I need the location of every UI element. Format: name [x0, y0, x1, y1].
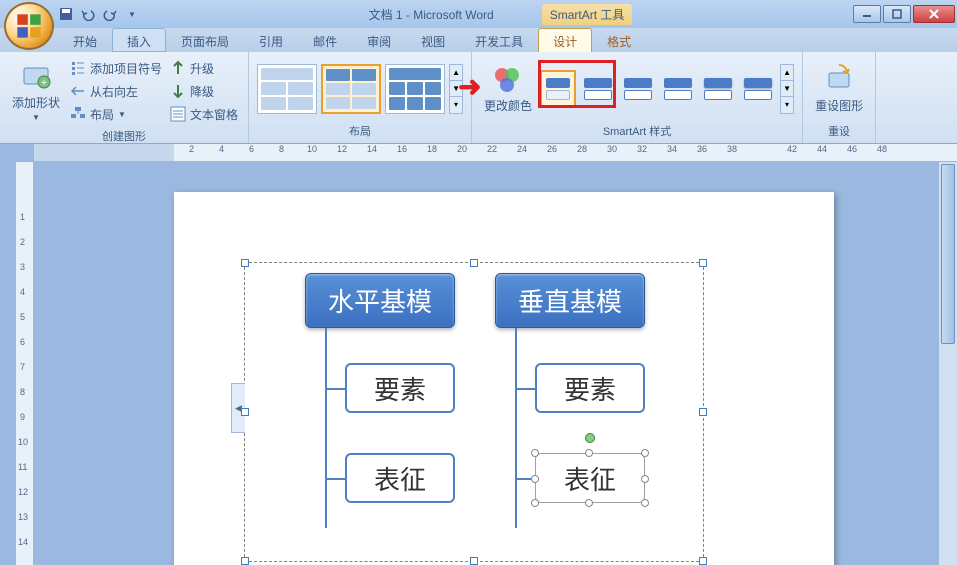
- tab-home[interactable]: 开始: [58, 28, 112, 52]
- smartart-node-child-3[interactable]: 要素: [535, 363, 645, 413]
- office-button[interactable]: [4, 2, 54, 50]
- minimize-button[interactable]: [853, 5, 881, 23]
- rtl-button[interactable]: 从右向左: [68, 81, 164, 102]
- tab-insert[interactable]: 插入: [112, 28, 166, 52]
- style-scroll-down-icon[interactable]: ▼: [781, 81, 793, 97]
- tab-pagelayout[interactable]: 页面布局: [166, 28, 244, 52]
- title-bar: ▼ 文档 1 - Microsoft Word SmartArt 工具: [0, 0, 957, 28]
- group-styles: ➜ 更改颜色 ▲ ▼ ▾ SmartArt 样式: [472, 52, 803, 143]
- smartart-node-header-2[interactable]: 垂直基模: [495, 273, 645, 328]
- save-icon[interactable]: [58, 6, 74, 22]
- layout-button[interactable]: 布局▼: [68, 104, 164, 125]
- add-shape-button[interactable]: + 添加形状 ▼: [8, 56, 64, 126]
- demote-button[interactable]: 降级: [168, 81, 240, 102]
- group-label-reset: 重设: [811, 121, 867, 141]
- ribbon-tabs: 开始 插入 页面布局 引用 邮件 审阅 视图 开发工具 设计 格式: [0, 28, 957, 52]
- scrollbar-thumb[interactable]: [941, 164, 955, 344]
- style-scroll-up-icon[interactable]: ▲: [781, 65, 793, 81]
- group-reset: 重设图形 重设: [803, 52, 876, 143]
- redo-icon[interactable]: [102, 6, 118, 22]
- svg-text:+: +: [41, 78, 47, 89]
- rotation-handle[interactable]: [585, 433, 595, 443]
- tab-developer[interactable]: 开发工具: [460, 28, 538, 52]
- contextual-title: SmartArt 工具: [542, 4, 633, 25]
- vertical-ruler[interactable]: 1 2 3 4 5 6 7 8 9 10 11 12 13 14: [16, 162, 34, 565]
- qat-dropdown-icon[interactable]: ▼: [124, 6, 140, 22]
- layout-option-3[interactable]: [385, 64, 445, 114]
- style-scroll-more-icon[interactable]: ▾: [781, 97, 793, 112]
- annotation-arrow-icon: ➜: [458, 70, 481, 103]
- close-button[interactable]: [913, 5, 955, 23]
- tab-references[interactable]: 引用: [244, 28, 298, 52]
- smartart-graphic[interactable]: ◀ 水平基模 要素 表征 垂直基模 要素 表征: [244, 262, 704, 562]
- add-shape-label: 添加形状: [12, 94, 60, 111]
- tab-mailings[interactable]: 邮件: [298, 28, 352, 52]
- quick-access-toolbar: ▼: [58, 6, 140, 22]
- layout-option-2[interactable]: [321, 64, 381, 114]
- style-option-5[interactable]: [700, 70, 736, 108]
- tab-design[interactable]: 设计: [538, 28, 592, 52]
- smartart-node-header-1[interactable]: 水平基模: [305, 273, 455, 328]
- horizontal-ruler[interactable]: 2 4 6 8 10 12 14 16 18 20 22 24 26 28 30…: [34, 144, 957, 162]
- style-option-6[interactable]: [740, 70, 776, 108]
- style-option-2[interactable]: [580, 70, 616, 108]
- smartart-node-child-2[interactable]: 表征: [345, 453, 455, 503]
- add-bullet-button[interactable]: 添加项目符号: [68, 58, 164, 79]
- ribbon: + 添加形状 ▼ 添加项目符号 从右向左 布局▼ 升级 降级 文本窗格 创建图形…: [0, 52, 957, 144]
- change-colors-label: 更改颜色: [484, 97, 532, 114]
- promote-button[interactable]: 升级: [168, 58, 240, 79]
- tab-review[interactable]: 审阅: [352, 28, 406, 52]
- layout-option-1[interactable]: [257, 64, 317, 114]
- style-option-3[interactable]: [620, 70, 656, 108]
- style-gallery-scroll: ▲ ▼ ▾: [780, 64, 794, 114]
- tab-format[interactable]: 格式: [592, 28, 646, 52]
- maximize-button[interactable]: [883, 5, 911, 23]
- change-colors-button[interactable]: 更改颜色: [480, 59, 536, 118]
- group-label-styles: SmartArt 样式: [480, 121, 794, 141]
- group-layouts: ▲ ▼ ▾ 布局: [249, 52, 472, 143]
- style-option-1[interactable]: [540, 70, 576, 108]
- document-page[interactable]: ◀ 水平基模 要素 表征 垂直基模 要素 表征: [174, 192, 834, 565]
- chevron-down-icon: ▼: [32, 113, 40, 122]
- vertical-scrollbar[interactable]: [939, 162, 957, 565]
- document-title: 文档 1 - Microsoft Word: [361, 4, 502, 25]
- smartart-node-child-4[interactable]: 表征: [535, 453, 645, 503]
- style-option-4[interactable]: [660, 70, 696, 108]
- smartart-node-child-1[interactable]: 要素: [345, 363, 455, 413]
- textpane-button[interactable]: 文本窗格: [168, 104, 240, 125]
- document-area: ◀ 水平基模 要素 表征 垂直基模 要素 表征: [34, 162, 939, 565]
- group-label-create: 创建图形: [8, 126, 240, 146]
- reset-label: 重设图形: [815, 97, 863, 114]
- group-create-graphic: + 添加形状 ▼ 添加项目符号 从右向左 布局▼ 升级 降级 文本窗格 创建图形: [0, 52, 249, 143]
- group-label-layouts: 布局: [257, 121, 463, 141]
- undo-icon[interactable]: [80, 6, 96, 22]
- tab-view[interactable]: 视图: [406, 28, 460, 52]
- reset-graphic-button[interactable]: 重设图形: [811, 59, 867, 118]
